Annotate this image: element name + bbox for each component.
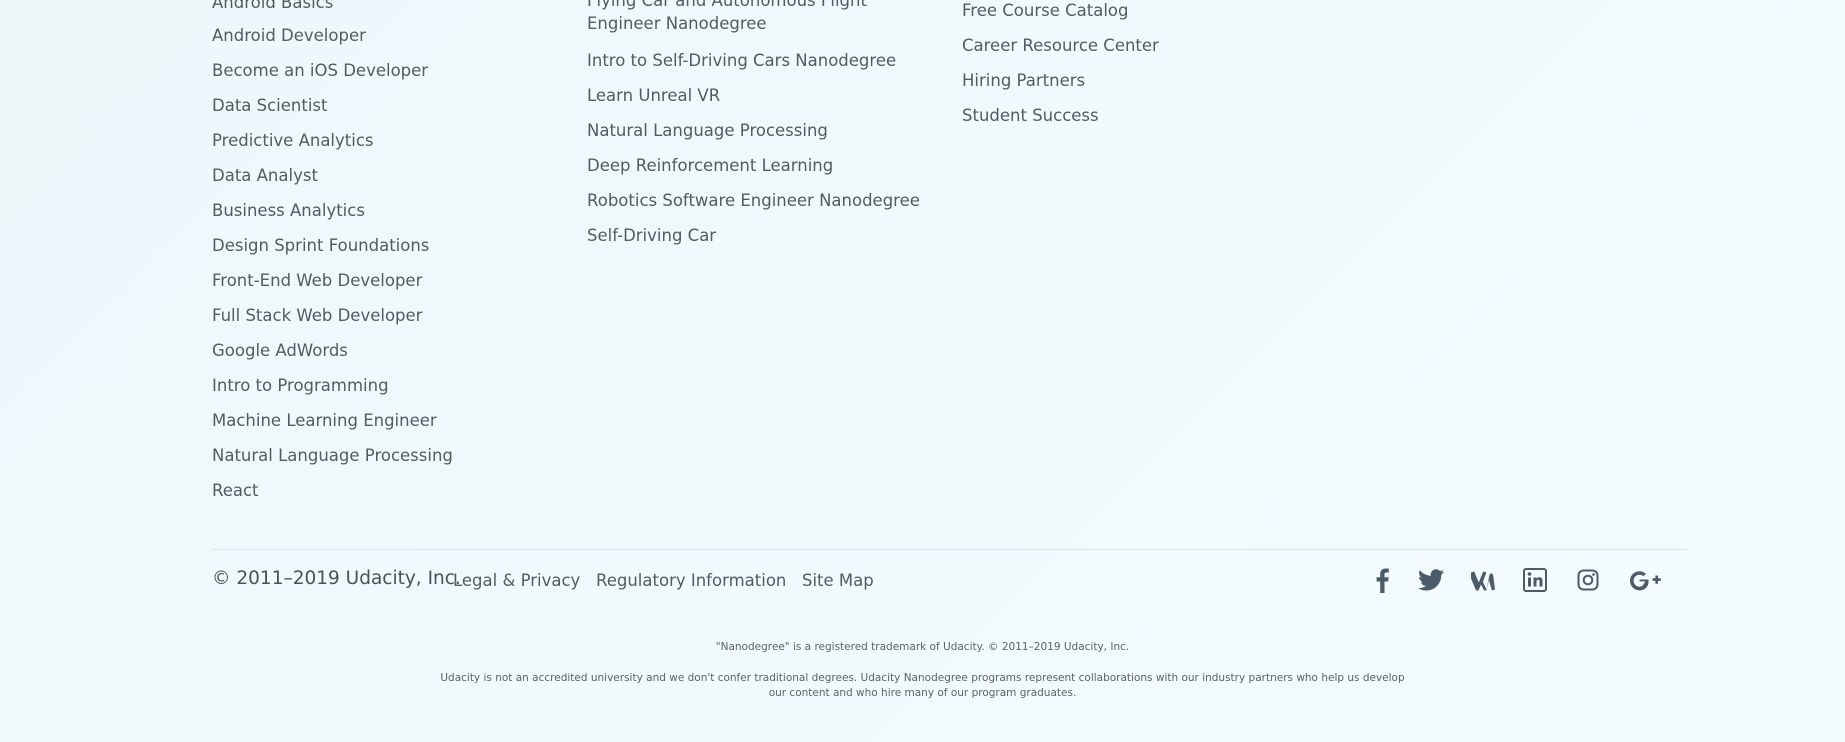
footer-link[interactable]: Google AdWords (212, 339, 348, 362)
linkedin-icon[interactable] (1520, 566, 1550, 594)
google-plus-icon[interactable] (1628, 566, 1664, 594)
footer-link[interactable]: Student Success (962, 104, 1099, 127)
footer-link[interactable]: Learn Unreal VR (587, 84, 720, 107)
footer-divider (212, 549, 1688, 550)
footer-link[interactable]: Self-Driving Car (587, 224, 716, 247)
footer-link[interactable]: Android Developer (212, 24, 366, 47)
facebook-icon[interactable] (1367, 566, 1397, 594)
footer-link[interactable]: React (212, 479, 259, 502)
footer-link[interactable]: Flying Car and Autonomous Flight Enginee… (587, 0, 927, 35)
footer-link[interactable]: Front-End Web Developer (212, 269, 422, 292)
footer-link[interactable]: Business Analytics (212, 199, 365, 222)
twitter-icon[interactable] (1416, 566, 1446, 594)
footer-link[interactable]: Android Basics (212, 0, 333, 14)
footer-link[interactable]: Design Sprint Foundations (212, 234, 429, 257)
medium-icon[interactable] (1468, 566, 1498, 594)
footer-link[interactable]: Become an iOS Developer (212, 59, 428, 82)
footer-link[interactable]: Career Resource Center (962, 34, 1159, 57)
legal-privacy-link[interactable]: Legal & Privacy (453, 571, 580, 590)
footer-link[interactable]: Natural Language Processing (212, 444, 453, 467)
footer-link[interactable]: Natural Language Processing (587, 119, 828, 142)
footer-link[interactable]: Intro to Programming (212, 374, 389, 397)
footer-link[interactable]: Hiring Partners (962, 69, 1085, 92)
accreditation-disclaimer: Udacity is not an accredited university … (0, 671, 1845, 701)
footer-link[interactable]: Free Course Catalog (962, 0, 1128, 22)
instagram-icon[interactable] (1573, 566, 1603, 594)
regulatory-information-link[interactable]: Regulatory Information (596, 571, 786, 590)
accreditation-disclaimer-text: Udacity is not an accredited university … (440, 672, 1405, 699)
footer-link[interactable]: Machine Learning Engineer (212, 409, 437, 432)
trademark-notice: "Nanodegree" is a registered trademark o… (715, 641, 1130, 653)
copyright-text: © 2011–2019 Udacity, Inc. (212, 568, 461, 589)
footer-link[interactable]: Full Stack Web Developer (212, 304, 422, 327)
site-map-link[interactable]: Site Map (802, 571, 874, 590)
footer-link[interactable]: Data Analyst (212, 164, 318, 187)
footer-link[interactable]: Robotics Software Engineer Nanodegree (587, 189, 920, 212)
footer-link[interactable]: Intro to Self-Driving Cars Nanodegree (587, 49, 896, 72)
footer-link[interactable]: Predictive Analytics (212, 129, 374, 152)
footer-link[interactable]: Deep Reinforcement Learning (587, 154, 833, 177)
footer-link[interactable]: Data Scientist (212, 94, 328, 117)
